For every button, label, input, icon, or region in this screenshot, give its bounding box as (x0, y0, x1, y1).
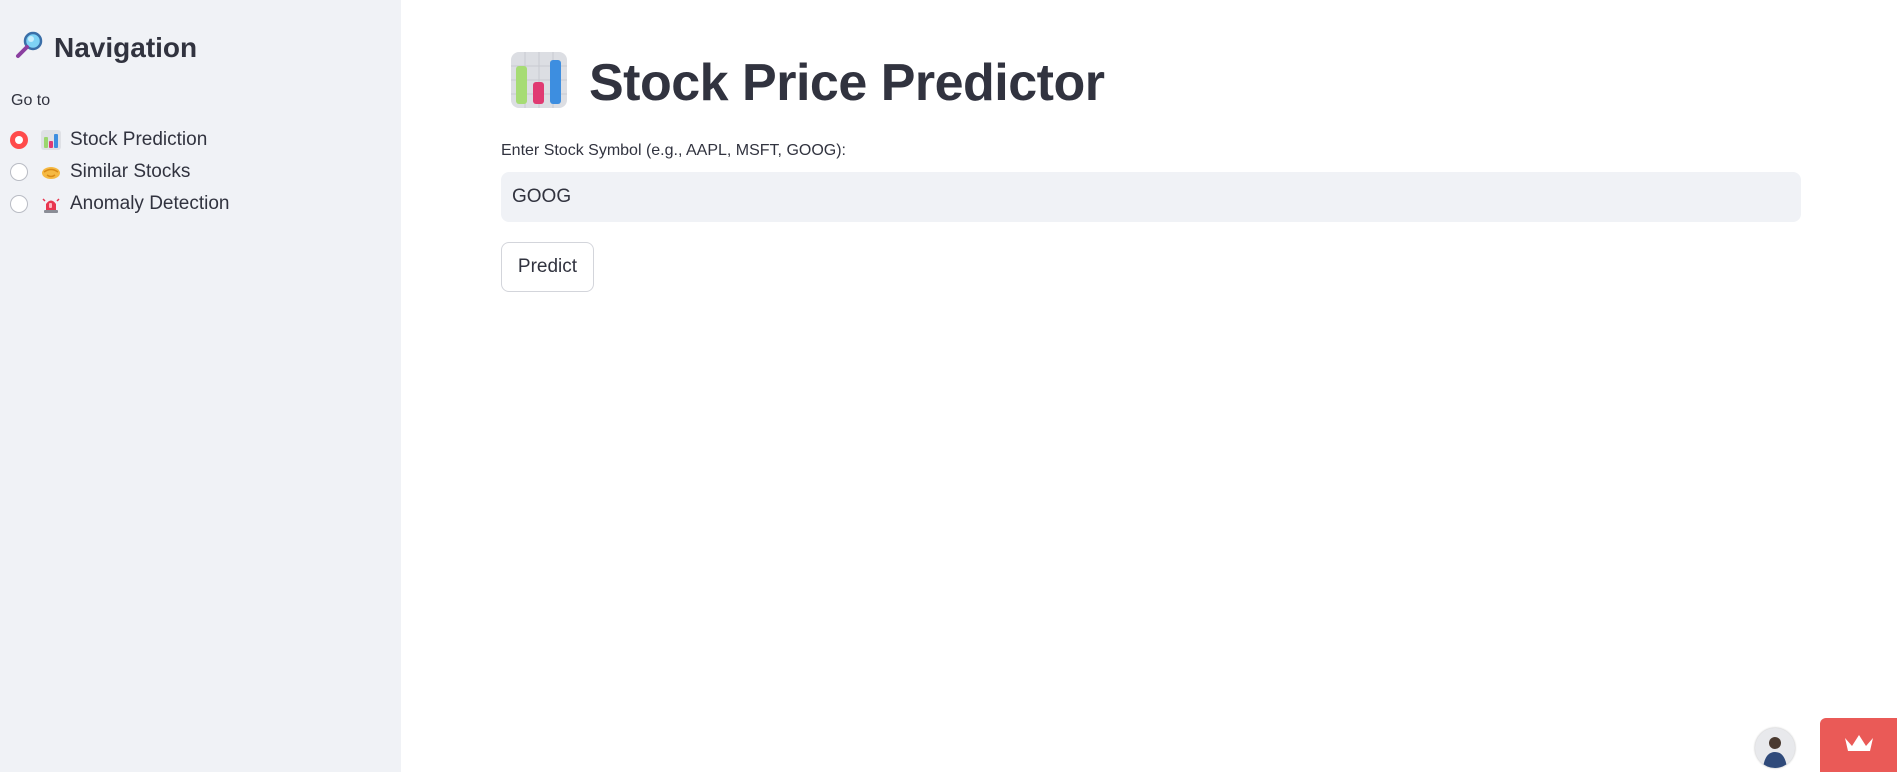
radio-label: Similar Stocks (70, 161, 191, 182)
radio-label: Anomaly Detection (70, 193, 230, 214)
siren-icon (41, 194, 61, 214)
page-header: Stock Price Predictor (511, 52, 1105, 113)
stock-symbol-label: Enter Stock Symbol (e.g., AAPL, MSFT, GO… (501, 142, 846, 159)
predict-button[interactable]: Predict (501, 242, 594, 292)
bar-chart-icon (41, 130, 61, 150)
main-content: Stock Price Predictor Enter Stock Symbol… (401, 0, 1897, 772)
sidebar-title: Navigation (54, 31, 198, 63)
radio-option-similar-stocks[interactable]: Similar Stocks (10, 156, 229, 188)
sidebar: Navigation Go to Stock Prediction Simila… (0, 0, 401, 772)
radio-option-stock-prediction[interactable]: Stock Prediction (10, 124, 229, 156)
radio-label: Stock Prediction (70, 129, 208, 150)
radio-button-selected[interactable] (10, 131, 28, 149)
crown-icon (1843, 732, 1875, 759)
goto-label: Go to (11, 92, 51, 109)
sidebar-header: Navigation (14, 30, 197, 65)
navigation-radio-group: Stock Prediction Similar Stocks Anomaly … (10, 124, 229, 220)
app-root: Navigation Go to Stock Prediction Simila… (0, 0, 1897, 772)
radio-button[interactable] (10, 195, 28, 213)
magnifying-glass-icon (14, 30, 44, 65)
handshake-icon (41, 162, 61, 182)
bar-chart-icon (511, 52, 567, 113)
stock-symbol-input[interactable] (501, 172, 1801, 222)
user-avatar[interactable] (1755, 728, 1795, 768)
radio-button[interactable] (10, 163, 28, 181)
page-title: Stock Price Predictor (589, 53, 1105, 112)
streamlit-badge[interactable] (1820, 718, 1897, 772)
radio-option-anomaly-detection[interactable]: Anomaly Detection (10, 188, 229, 220)
